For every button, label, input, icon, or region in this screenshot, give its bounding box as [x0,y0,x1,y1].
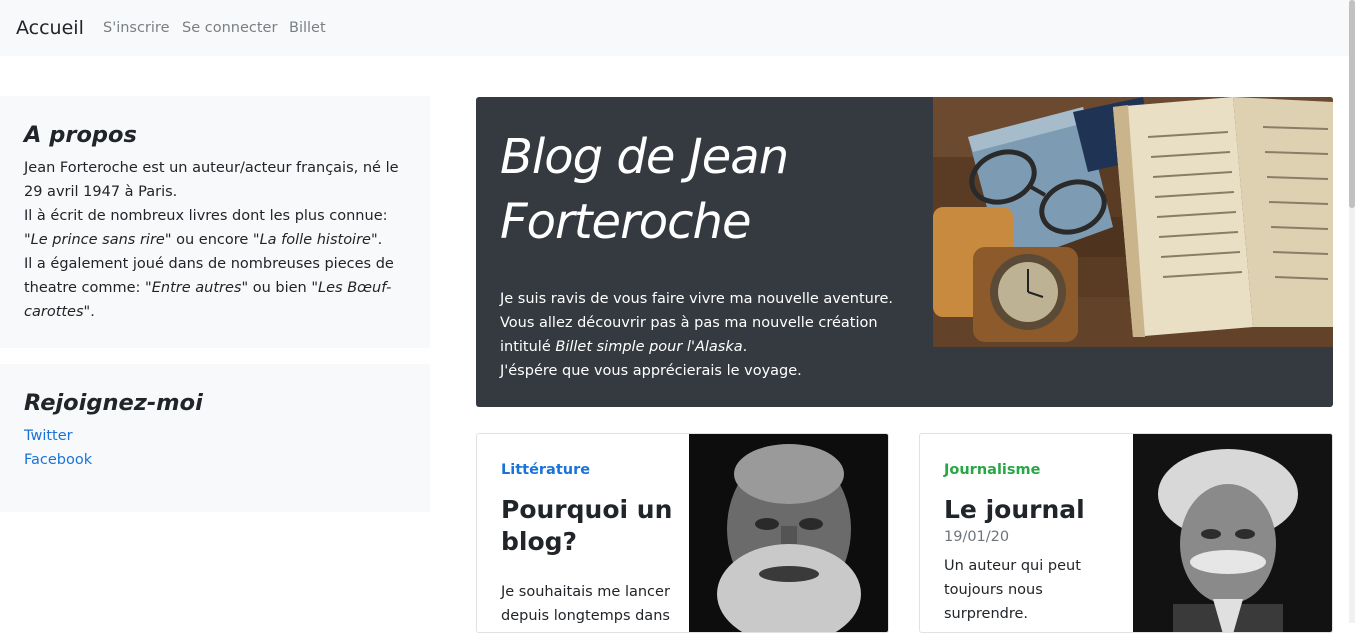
hero-text: Je suis ravis de vous faire vivre ma nou… [500,287,920,383]
facebook-link[interactable]: Facebook [24,448,410,472]
about-books: Il à écrit de nombreux livres dont les p… [24,204,410,252]
hero-banner: Blog de Jean Forteroche Je suis ravis de… [476,97,1333,407]
nav-link-ticket[interactable]: Billet [289,18,326,38]
about-plays: Il a également joué dans de nombreuses p… [24,252,410,324]
hero-title: Blog de Jean Forteroche [500,129,789,250]
hero-book-title: Billet simple pour l'Alaska [555,339,743,355]
about-section: A propos Jean Forteroche est un auteur/a… [0,96,430,348]
about-title: A propos [24,122,137,148]
nav-link-sign-up[interactable]: S'inscrire [103,18,170,38]
card-2-title: Le journal [944,495,1085,524]
card-1-category: Littérature [501,462,591,478]
hero-line-1: Je suis ravis de vous faire vivre ma nou… [500,291,894,307]
about-book-1: Le prince sans rire [30,232,165,248]
card-1-text: Je souhaitais me lancer depuis longtemps… [501,584,670,624]
nav-link-log-in[interactable]: Se connecter [182,18,277,38]
author-portrait-1 [689,434,888,632]
about-books-mid: " ou encore " [164,232,260,248]
about-book-2: La folle histoire [259,232,371,248]
card-2-body: Journalisme Le journal 19/01/20 Un auteu… [944,460,1124,626]
article-card-1: Littérature Pourquoi un blog? Je souhait… [476,433,889,633]
article-card-2: Journalisme Le journal 19/01/20 Un auteu… [919,433,1333,633]
about-text: Jean Forteroche est un auteur/acteur fra… [24,156,410,324]
join-title: Rejoignez-moi [24,390,203,416]
author-portrait-2 [1133,434,1332,632]
about-books-suffix: ". [370,232,383,248]
twitter-link[interactable]: Twitter [24,424,410,448]
about-play-1: Entre autres [151,280,242,296]
card-2-date: 19/01/20 [944,529,1010,545]
join-section: Rejoignez-moi Twitter Facebook [0,364,430,512]
hero-line-2-end: . [742,339,748,355]
navbar: Accueil S'inscrire Se connecter Billet [0,0,1349,56]
about-plays-suffix: ". [83,304,95,320]
card-1-body: Littérature Pourquoi un blog? Je souhait… [501,460,681,628]
nav-brand-home[interactable]: Accueil [16,16,84,40]
about-bio: Jean Forteroche est un auteur/acteur fra… [24,160,399,200]
hero-line-2: Vous allez découvrir pas à pas ma nouvel… [500,311,920,359]
scrollbar-thumb[interactable] [1349,0,1355,208]
card-2-category: Journalisme [944,462,1041,478]
hero-line-3: J'éspére que vous apprécierais le voyage… [500,363,802,379]
card-2-text: Un auteur qui peut toujours nous surpren… [944,558,1081,622]
about-plays-mid: " ou bien " [241,280,319,296]
books-glasses-watch-image [933,97,1333,347]
card-1-title: Pourquoi un blog? [501,495,673,556]
page-scrollbar[interactable] [1349,0,1355,623]
